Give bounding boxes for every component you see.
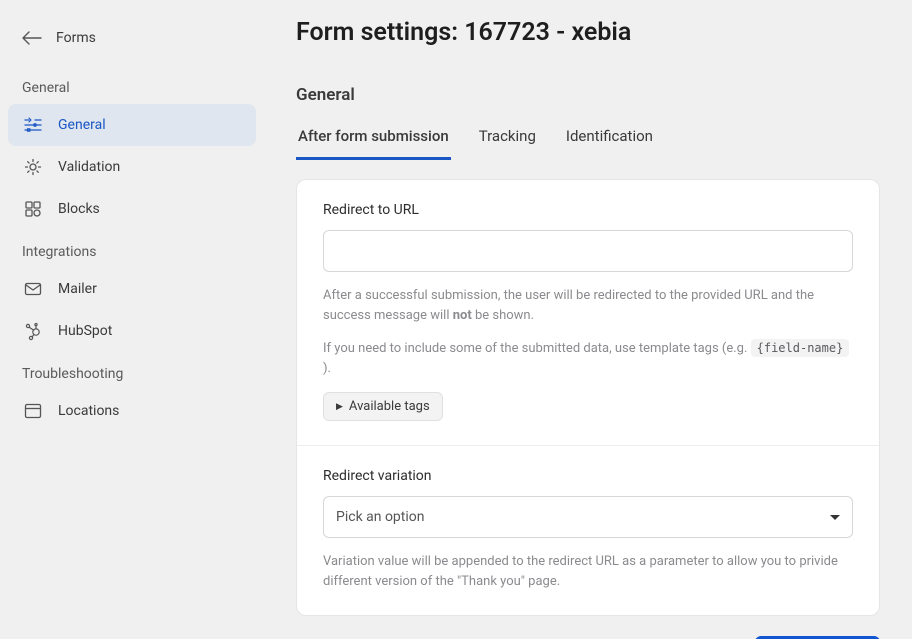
back-label: Forms: [56, 30, 96, 46]
sliders-icon: [22, 114, 44, 136]
main-content: Form settings: 167723 - xebia General Af…: [264, 0, 912, 639]
code-example: {field-name}: [751, 339, 850, 357]
back-to-forms[interactable]: Forms: [8, 20, 256, 66]
help-text: If you need to include some of the submi…: [323, 341, 751, 356]
redirect-variation-help: Variation value will be appended to the …: [323, 552, 853, 591]
envelope-icon: [22, 278, 44, 300]
tab-after-submission[interactable]: After form submission: [296, 123, 451, 160]
sidebar-item-hubspot[interactable]: HubSpot: [8, 310, 256, 352]
window-icon: [22, 400, 44, 422]
redirect-variation-select[interactable]: Pick an option: [323, 496, 853, 538]
redirect-url-label: Redirect to URL: [323, 202, 853, 218]
sidebar-item-locations[interactable]: Locations: [8, 390, 256, 432]
redirect-variation-label: Redirect variation: [323, 468, 853, 484]
redirect-url-template-hint: If you need to include some of the submi…: [323, 339, 853, 378]
redirect-url-block: Redirect to URL After a successful submi…: [297, 180, 879, 445]
gear-icon: [22, 156, 44, 178]
tab-tracking[interactable]: Tracking: [477, 123, 538, 160]
help-text: be shown.: [472, 308, 534, 323]
arrow-left-icon: [22, 31, 42, 45]
select-placeholder: Pick an option: [336, 509, 425, 525]
section-title: General: [296, 85, 880, 105]
sidebar-item-mailer[interactable]: Mailer: [8, 268, 256, 310]
sidebar-section-header: General: [8, 66, 256, 104]
sidebar-item-label: Validation: [58, 159, 120, 175]
triangle-right-icon: ▶: [336, 402, 343, 412]
tabs: After form submission Tracking Identific…: [296, 123, 880, 161]
help-strong: not: [453, 308, 472, 323]
chevron-down-icon: [830, 515, 840, 520]
sidebar-item-label: Blocks: [58, 201, 100, 217]
redirect-variation-block: Redirect variation Pick an option Variat…: [297, 446, 879, 615]
sidebar-item-blocks[interactable]: Blocks: [8, 188, 256, 230]
blocks-icon: [22, 198, 44, 220]
page-title: Form settings: 167723 - xebia: [296, 18, 880, 47]
settings-card: Redirect to URL After a successful submi…: [296, 179, 880, 616]
sidebar: Forms General General Validation: [0, 0, 264, 639]
sidebar-section-header: Troubleshooting: [8, 352, 256, 390]
sidebar-item-label: Locations: [58, 403, 119, 419]
redirect-url-help: After a successful submission, the user …: [323, 286, 853, 325]
sidebar-item-label: General: [58, 117, 106, 133]
redirect-url-input[interactable]: [323, 230, 853, 272]
hubspot-icon: [22, 320, 44, 342]
sidebar-item-validation[interactable]: Validation: [8, 146, 256, 188]
sidebar-item-label: Mailer: [58, 281, 97, 297]
available-tags-label: Available tags: [349, 399, 430, 414]
sidebar-item-label: HubSpot: [58, 323, 112, 339]
available-tags-toggle[interactable]: ▶ Available tags: [323, 392, 443, 421]
help-text: ).: [323, 361, 331, 376]
sidebar-item-general[interactable]: General: [8, 104, 256, 146]
help-text: After a successful submission, the user …: [323, 288, 814, 323]
sidebar-section-header: Integrations: [8, 230, 256, 268]
tab-identification[interactable]: Identification: [564, 123, 655, 160]
